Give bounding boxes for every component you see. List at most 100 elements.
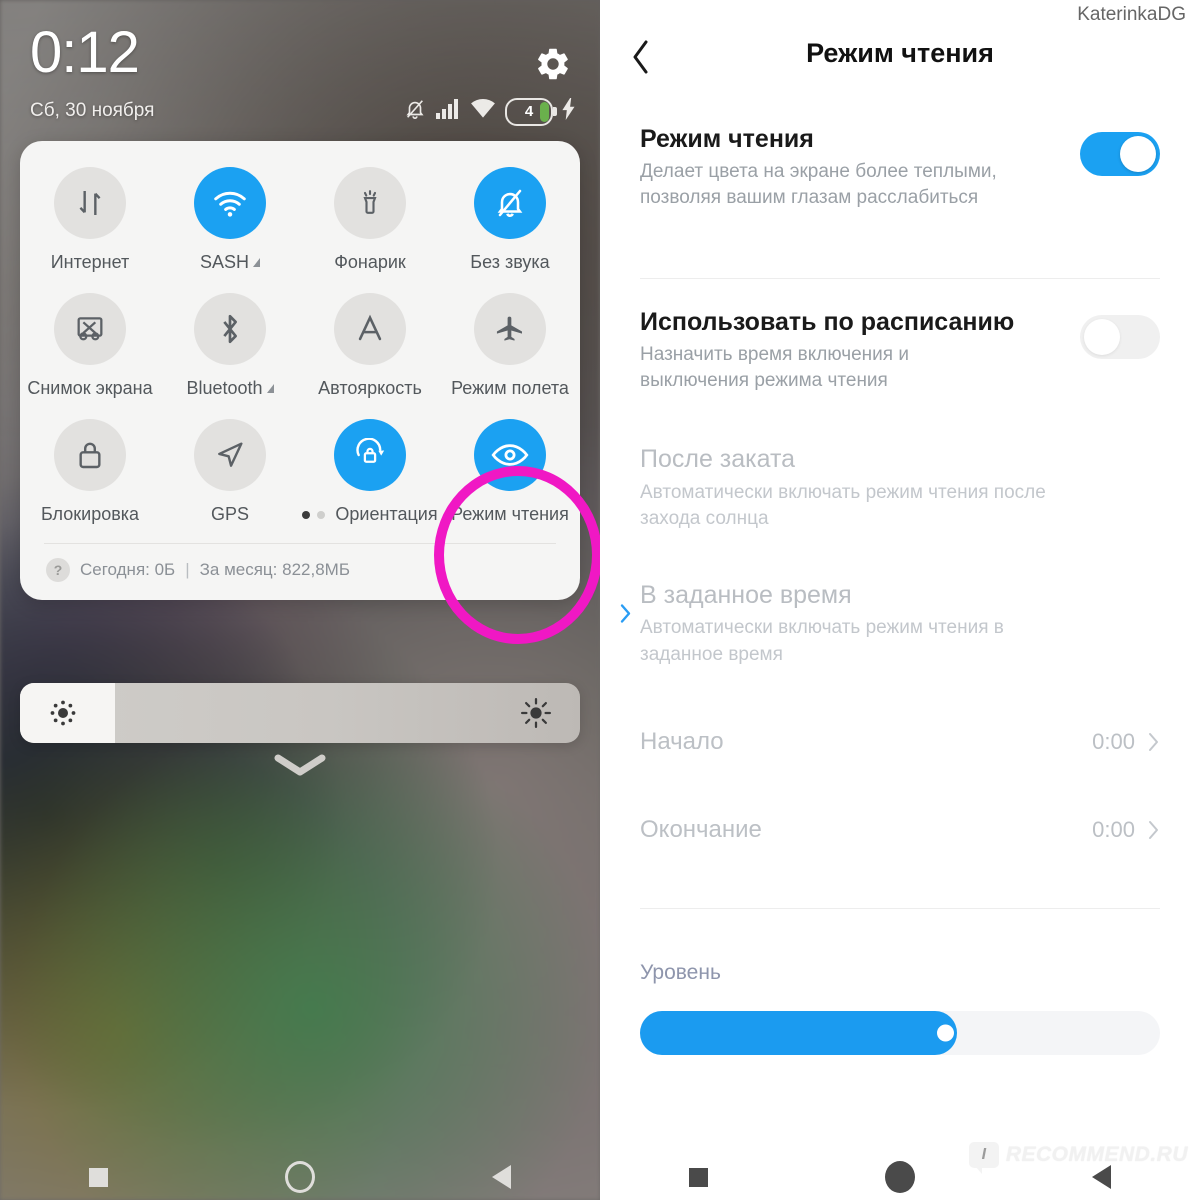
page-dot-1[interactable] (302, 510, 311, 519)
settings-header: Режим чтения (600, 0, 1200, 108)
time-value-wrap: 0:00 (1092, 817, 1160, 843)
home-circle-icon[interactable] (284, 1161, 315, 1193)
status-clock: 0:12 (30, 20, 140, 85)
recents-square-icon[interactable] (688, 1167, 708, 1187)
brightness-high-icon (521, 698, 551, 728)
charging-bolt-icon (562, 98, 576, 125)
tile-auto-brightness[interactable]: Автояркость (300, 285, 440, 411)
setting-row-after-sunset[interactable]: После заката Автоматически включать режи… (600, 394, 1200, 532)
location-arrow-icon (218, 442, 243, 467)
tile-orientation[interactable]: Ориентация (300, 411, 440, 537)
screenshot-root: 0:12 Сб, 30 ноября 4 Интернет SASH Фонар… (0, 0, 1200, 1200)
data-transfer-icon (79, 191, 101, 215)
data-usage-divider: | (185, 560, 190, 579)
setting-subtitle: Делает цвета на экране более теплыми, по… (640, 161, 997, 209)
chevron-down-icon[interactable] (272, 752, 328, 783)
tile-flashlight[interactable]: Фонарик (300, 159, 440, 285)
reading-mode-toggle[interactable] (1080, 132, 1160, 176)
level-label: Уровень (640, 960, 721, 984)
eye-icon (491, 444, 529, 466)
tile-label: Без звука (470, 252, 550, 272)
level-section: Уровень (600, 909, 1200, 1055)
time-value: 0:00 (1092, 728, 1135, 754)
recents-square-icon[interactable] (88, 1167, 108, 1187)
wifi-icon (214, 191, 246, 217)
mute-bell-icon (404, 97, 426, 126)
quick-settings-grid: Интернет SASH Фонарик Без звука Снимок э… (20, 159, 580, 537)
setting-row-reading-mode[interactable]: Режим чтения Делает цвета на экране боле… (600, 108, 1200, 212)
screenshot-icon (77, 317, 103, 341)
nav-bar-right (600, 1154, 1200, 1200)
caret-icon (266, 384, 274, 393)
level-slider-fill (640, 1010, 958, 1055)
setting-subtitle: Автоматически включать режим чтения посл… (640, 481, 1046, 529)
tile-icon-wrap (54, 293, 126, 365)
battery-level: 4 (524, 103, 534, 120)
tile-icon-wrap (334, 167, 406, 239)
time-row-end[interactable]: Окончание 0:00 (600, 786, 1200, 874)
tile-airplane[interactable]: Режим полета (440, 285, 580, 411)
time-label: Начало (640, 727, 724, 755)
data-usage-month: За месяц: 822,8МБ (199, 560, 350, 579)
page-title: Режим чтения (806, 38, 994, 68)
tile-label: Автояркость (318, 378, 422, 398)
setting-subtitle: Автоматически включать режим чтения в за… (640, 617, 1004, 665)
brightness-slider[interactable] (20, 683, 580, 743)
tile-icon-wrap (194, 167, 266, 239)
bluetooth-icon (223, 314, 238, 344)
lock-icon (79, 442, 101, 469)
toggle-knob (1120, 136, 1156, 172)
tile-bluetooth[interactable]: Bluetooth (160, 285, 300, 411)
level-slider-knob[interactable] (937, 1024, 955, 1042)
tile-label: Интернет (50, 252, 130, 272)
tile-label: Режим полета (451, 378, 569, 398)
tile-label: Блокировка (40, 504, 140, 524)
tile-label: Снимок экрана (27, 378, 153, 398)
rotation-lock-icon (356, 438, 385, 463)
tile-icon-wrap (474, 293, 546, 365)
data-usage-today: Сегодня: 0Б (80, 560, 176, 579)
tile-wifi[interactable]: SASH (160, 159, 300, 285)
setting-row-schedule[interactable]: Использовать по расписанию Назначить вре… (600, 279, 1200, 395)
nav-bar-left (0, 1154, 600, 1200)
setting-title: Использовать по расписанию (640, 307, 1015, 336)
back-triangle-icon[interactable] (1092, 1165, 1112, 1189)
tile-silent[interactable]: Без звука (440, 159, 580, 285)
tile-lock[interactable]: Блокировка (20, 411, 160, 537)
data-usage-row[interactable]: ? Сегодня: 0Б | За месяц: 822,8МБ (20, 544, 580, 600)
quick-settings-card: Интернет SASH Фонарик Без звука Снимок э… (20, 141, 580, 600)
battery-icon: 4 (505, 97, 557, 126)
airplane-icon (496, 316, 522, 341)
time-value: 0:00 (1092, 816, 1135, 842)
tile-icon-wrap (334, 419, 406, 491)
time-row-start[interactable]: Начало 0:00 (600, 698, 1200, 786)
wifi-icon (470, 98, 496, 125)
status-date: Сб, 30 ноября (30, 100, 155, 121)
setting-row-custom-time[interactable]: В заданное время Автоматически включать … (600, 532, 1200, 668)
schedule-toggle[interactable] (1080, 314, 1160, 359)
setting-title: Режим чтения (640, 125, 814, 153)
right-settings-panel: KaterinkaDG Режим чтения Режим чтения Де… (600, 0, 1200, 1200)
chevron-right-icon (618, 602, 632, 631)
flashlight-icon (363, 190, 377, 214)
tile-icon-wrap (54, 419, 126, 491)
tile-label: GPS (210, 504, 249, 524)
tile-screenshot[interactable]: Снимок экрана (20, 285, 160, 411)
tile-reading-mode[interactable]: Режим чтения (440, 411, 580, 537)
question-mark-icon[interactable]: ? (46, 558, 70, 582)
tile-icon-wrap (194, 419, 266, 491)
setting-title: После заката (640, 445, 796, 474)
tile-gps[interactable]: GPS (160, 411, 300, 537)
page-dot-2[interactable] (317, 510, 326, 519)
auto-brightness-icon (358, 314, 382, 341)
tile-internet[interactable]: Интернет (20, 159, 160, 285)
tile-label: SASH (200, 252, 261, 273)
tile-label: Фонарик (334, 252, 406, 272)
gear-icon[interactable] (534, 45, 572, 83)
back-triangle-icon[interactable] (492, 1165, 512, 1189)
home-circle-icon[interactable] (884, 1161, 915, 1193)
battery-fill (540, 101, 549, 122)
status-bar: 0:12 Сб, 30 ноября 4 (0, 0, 600, 140)
page-indicator-dots (302, 510, 326, 519)
level-slider[interactable] (640, 1010, 1160, 1055)
